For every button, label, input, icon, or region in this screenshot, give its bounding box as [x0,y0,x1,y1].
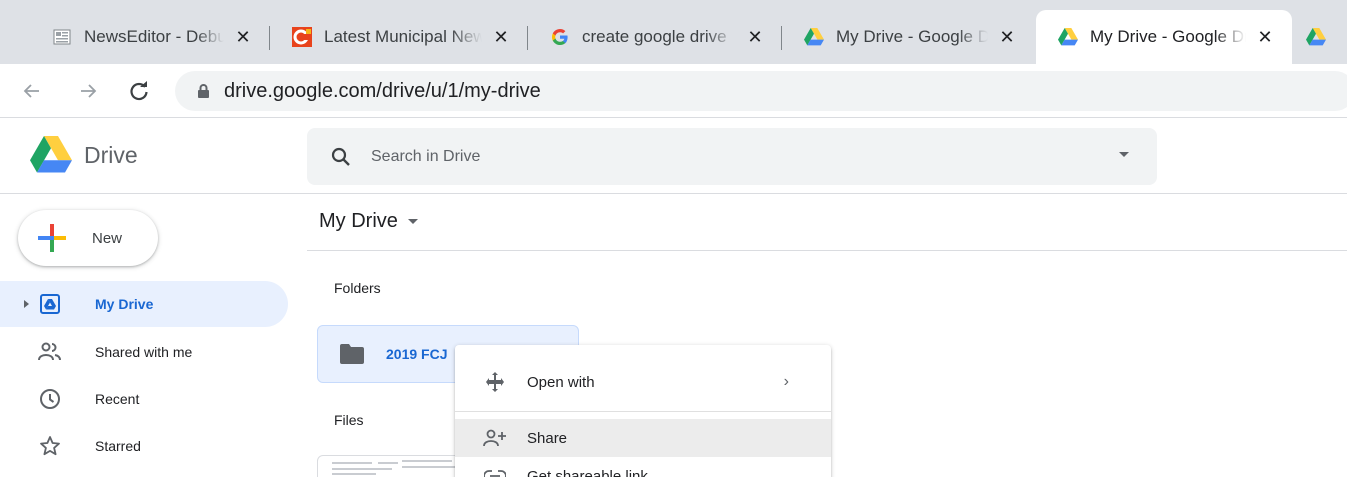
people-icon [38,340,62,364]
google-g-icon [550,27,570,47]
browser-tab[interactable]: My Drive - Google Drive ✕ [782,10,1034,64]
sidebar-item-shared-with-me[interactable]: Shared with me [0,329,288,375]
folders-heading: Folders [334,280,381,296]
chevron-down-icon [407,219,418,224]
thumbnail-line [332,468,392,470]
reload-button[interactable] [124,76,154,106]
thumbnail-line [378,462,398,464]
drive-icon [804,27,824,47]
browser-tab[interactable]: create google drive ✕ [528,10,782,64]
star-icon [38,434,62,458]
app-name: Drive [84,141,138,168]
drive-logo[interactable]: Drive [30,136,138,174]
menu-item-label: Share [527,429,568,447]
chevron-right-icon: › [783,373,789,390]
menu-divider [455,411,831,412]
search-bar[interactable]: Search in Drive [307,128,1157,185]
plus-icon [38,224,66,252]
close-icon[interactable]: ✕ [232,26,254,48]
back-arrow-icon [23,84,39,98]
lock-icon [197,83,210,99]
thumbnail-line [332,473,376,475]
context-menu: Open with › Share Get shareable link [455,345,831,477]
browser-tab[interactable] [1292,10,1347,64]
files-heading: Files [334,412,364,428]
tab-title: My Drive - Google Drive [1090,27,1246,46]
close-icon[interactable]: ✕ [744,26,766,48]
address-bar[interactable]: drive.google.com/drive/u/1/my-drive [175,71,1347,111]
close-icon[interactable]: ✕ [490,26,512,48]
close-icon[interactable]: ✕ [1254,26,1276,48]
divider [307,250,1347,251]
page-title: My Drive [319,210,398,232]
expand-arrow-icon[interactable] [24,300,29,308]
sidebar-item-label: Recent [95,391,140,407]
browser-tab[interactable]: Latest Municipal News ✕ [270,10,528,64]
tab-title: My Drive - Google Drive [836,27,988,46]
reload-icon [130,81,148,101]
move-arrows-icon [483,370,507,394]
sidebar-item-label: Shared with me [95,344,193,360]
thumbnail-line [402,460,452,462]
search-options-icon[interactable] [1119,152,1129,157]
browser-toolbar: drive.google.com/drive/u/1/my-drive [0,64,1347,118]
person-add-icon [483,426,507,450]
file-thumbnail[interactable] [317,455,467,477]
close-icon[interactable]: ✕ [996,26,1018,48]
sidebar-item-recent[interactable]: Recent [0,376,288,422]
back-button[interactable] [17,76,47,106]
new-button[interactable]: New [18,210,158,266]
page-icon [52,27,72,47]
drive-header: Drive Search in Drive [0,118,1347,194]
menu-item-share[interactable]: Share [455,419,831,457]
tab-title: create google drive [582,27,727,46]
menu-item-get-shareable-link[interactable]: Get shareable link [455,457,831,477]
browser-tab-strip: NewsEditor - Debug ✕ Latest Municipal Ne… [0,0,1347,64]
new-button-label: New [92,229,123,247]
sidebar-item-starred[interactable]: Starred [0,423,288,469]
forward-button[interactable] [73,76,103,106]
search-input[interactable]: Search in Drive [371,148,480,166]
news-logo-icon [292,27,312,47]
sidebar-item-label: Starred [95,438,141,454]
thumbnail-line [402,466,458,468]
drive-icon [30,136,72,173]
browser-tab-active[interactable]: My Drive - Google Drive ✕ [1036,10,1292,64]
browser-tab[interactable]: NewsEditor - Debug ✕ [30,10,270,64]
menu-item-open-with[interactable]: Open with › [455,363,831,401]
tab-title: Latest Municipal News [324,27,482,46]
folder-name: 2019 FCJ [386,346,448,362]
thumbnail-line [332,462,372,464]
tab-title: NewsEditor - Debug [84,27,224,46]
menu-item-label: Get shareable link [527,467,648,477]
breadcrumb[interactable]: My Drive [319,210,418,233]
my-drive-icon [38,292,62,316]
sidebar-item-label: My Drive [95,296,154,312]
sidebar-item-my-drive[interactable]: My Drive [0,281,288,327]
menu-item-label: Open with [527,373,595,391]
url-text: drive.google.com/drive/u/1/my-drive [224,79,541,102]
search-icon[interactable] [331,147,351,167]
clock-icon [38,387,62,411]
link-icon [483,464,507,477]
drive-icon [1058,27,1078,47]
drive-icon [1306,27,1326,47]
folder-icon [340,344,364,364]
forward-arrow-icon [81,84,97,98]
